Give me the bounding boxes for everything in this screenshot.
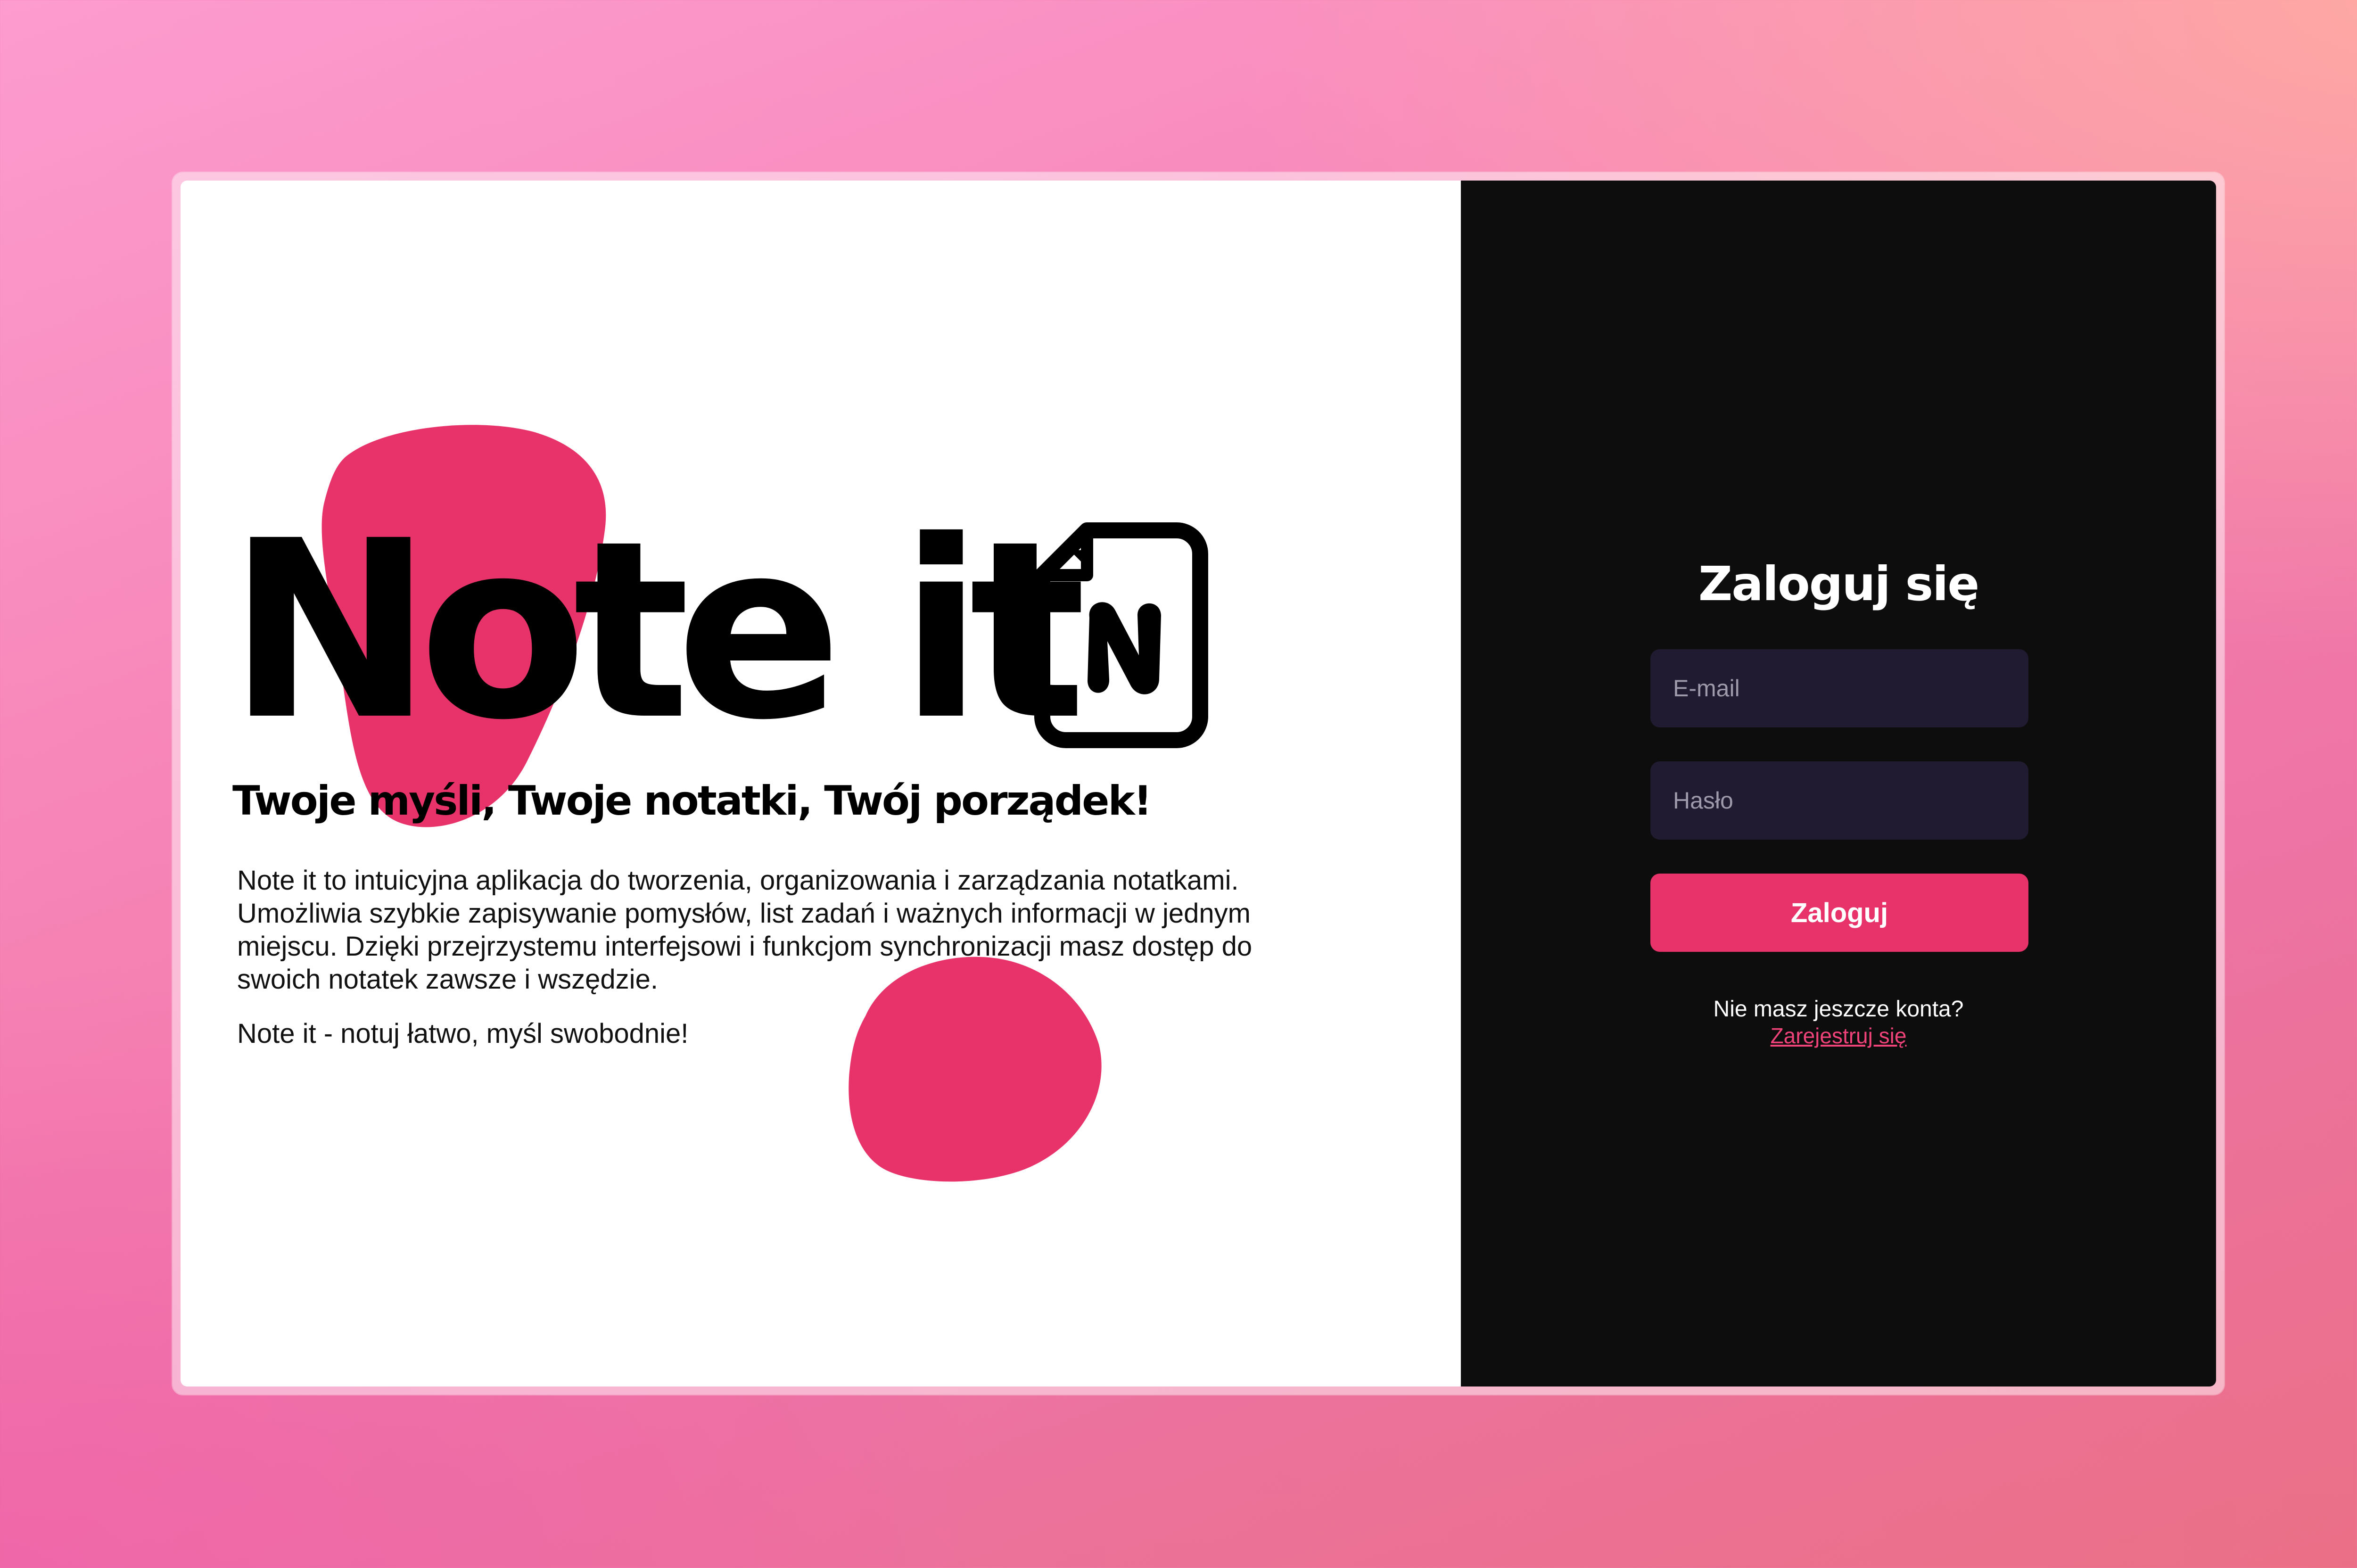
document-n-icon — [1034, 522, 1208, 748]
login-card: Note it Twoje myśli, Twoje notatki, Twój… — [181, 181, 2216, 1386]
register-link-container: Zarejestruj się — [1461, 1023, 2216, 1049]
login-title: Zaloguj się — [1698, 556, 1979, 611]
email-field[interactable] — [1650, 649, 2028, 727]
app-description: Note it to intuicyjna aplikacja do tworz… — [237, 865, 1253, 995]
register-prompt: Nie masz jeszcze konta? — [1713, 997, 1964, 1022]
tagline: Twoje myśli, Twoje notatki, Twój porząde… — [232, 777, 1152, 825]
register-link[interactable]: Zarejestruj się — [1771, 1023, 1907, 1048]
password-field[interactable] — [1650, 761, 2028, 840]
app-motto: Note it - notuj łatwo, myśl swobodnie! — [237, 1018, 689, 1049]
hero-panel: Note it Twoje myśli, Twoje notatki, Twój… — [181, 181, 1461, 1386]
login-button[interactable]: Zaloguj — [1650, 874, 2028, 952]
login-panel: Zaloguj się Zaloguj Nie masz jeszcze kon… — [1461, 181, 2216, 1386]
brand-title: Note it — [228, 488, 1087, 774]
